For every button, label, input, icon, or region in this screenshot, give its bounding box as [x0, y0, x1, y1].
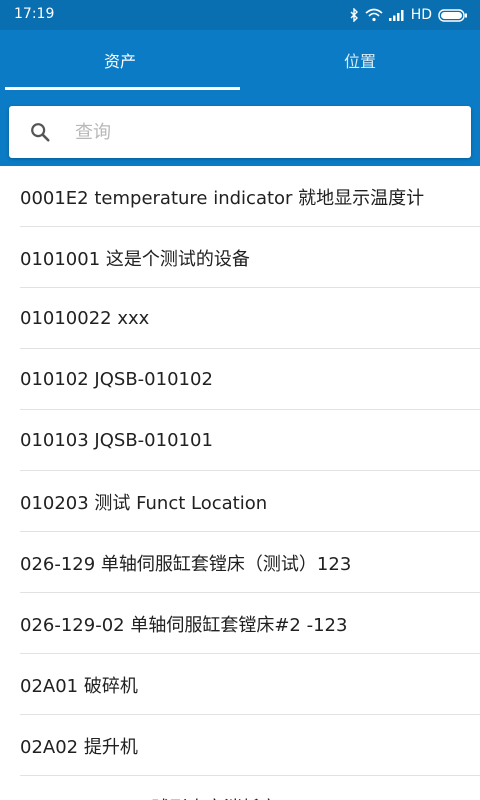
list-item[interactable]: 0101001 这是个测试的设备 [0, 227, 480, 288]
bluetooth-icon [350, 8, 358, 22]
tab-assets[interactable]: 资产 [0, 30, 240, 90]
list-item[interactable]: 0001E2 temperature indicator 就地显示温度计 [0, 166, 480, 227]
list-item[interactable]: 01010022 xxx [0, 288, 480, 349]
list-item[interactable]: 010203 测试 Funct Location [0, 471, 480, 532]
wifi-icon [365, 8, 383, 22]
asset-list: 0001E2 temperature indicator 就地显示温度计 010… [0, 166, 480, 800]
list-item[interactable]: 026-129-02 单轴伺服缸套镗床#2 -123 [0, 593, 480, 654]
app-bar: 资产 位置 [0, 30, 480, 166]
list-item[interactable]: 02A01 破碎机 [0, 654, 480, 715]
search-input[interactable] [73, 120, 437, 144]
list-item[interactable]: 026-129 单轴伺服缸套镗床（测试）123 [0, 532, 480, 593]
status-time: 17:19 [14, 6, 55, 22]
list-item[interactable]: 010102 JQSB-010102 [0, 349, 480, 410]
search-box[interactable] [9, 106, 471, 158]
battery-icon [438, 8, 467, 22]
list-item[interactable]: 010103 JQSB-010101 [0, 410, 480, 471]
status-icons: HD [349, 5, 468, 25]
tab-locations[interactable]: 位置 [240, 30, 480, 90]
search-icon [31, 123, 50, 142]
tab-bar: 资产 位置 [0, 30, 480, 90]
signal-icon [388, 10, 404, 21]
status-bar: 17:19 HD [0, 0, 480, 30]
list-item[interactable]: 02A02 提升机 [0, 715, 480, 776]
network-label: HD [410, 7, 432, 23]
list-item[interactable]: 02141401001 球形真空消耗室 [0, 776, 480, 800]
